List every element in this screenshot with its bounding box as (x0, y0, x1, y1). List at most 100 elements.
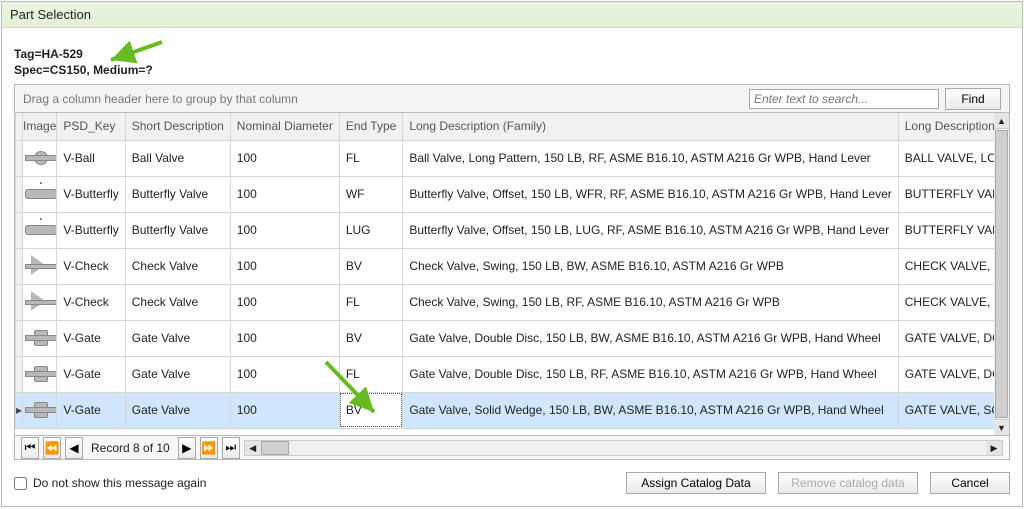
scroll-up-icon[interactable]: ▲ (994, 113, 1009, 129)
nav-first-button[interactable]: ⏮ (21, 437, 39, 459)
valve-icon-cell (23, 356, 57, 392)
row-indicator (16, 140, 23, 176)
valve-icon (25, 362, 55, 384)
row-indicator-header (16, 113, 23, 140)
cell-psd-key: V-Gate (57, 356, 125, 392)
table-row[interactable]: V-CheckCheck Valve100FLCheck Valve, Swin… (16, 284, 1011, 320)
table-row[interactable]: V-CheckCheck Valve100BVCheck Valve, Swin… (16, 248, 1011, 284)
row-indicator (16, 320, 23, 356)
valve-table: Image PSD_Key Short Description Nominal … (15, 113, 1010, 429)
col-nominal-diameter[interactable]: Nominal Diameter (230, 113, 339, 140)
cancel-button[interactable]: Cancel (930, 472, 1010, 494)
cell-short-description: Ball Valve (125, 140, 230, 176)
valve-icon (25, 146, 55, 168)
cell-end-type: BV (339, 392, 402, 428)
nav-nextpage-button[interactable]: ⏩ (200, 437, 218, 459)
valve-icon-cell (23, 212, 57, 248)
nav-next-button[interactable]: ▶ (178, 437, 196, 459)
cell-end-type: BV (339, 248, 402, 284)
header-row: Image PSD_Key Short Description Nominal … (16, 113, 1011, 140)
cell-short-description: Gate Valve (125, 320, 230, 356)
tag-spec-block: Tag=HA-529 Spec=CS150, Medium=? (2, 28, 1022, 88)
table-row[interactable]: V-ButterflyButterfly Valve100LUGButterfl… (16, 212, 1011, 248)
cell-long-family: Check Valve, Swing, 150 LB, RF, ASME B16… (403, 284, 898, 320)
cell-nominal-diameter: 100 (230, 140, 339, 176)
grid-footer: ⏮ ⏪ ◀ Record 8 of 10 ▶ ⏩ ⏭ ◀ ▶ (14, 436, 1010, 460)
hscroll-thumb[interactable] (261, 441, 289, 455)
find-button[interactable]: Find (945, 88, 1001, 110)
cell-nominal-diameter: 100 (230, 212, 339, 248)
col-long-description-family[interactable]: Long Description (Family) (403, 113, 898, 140)
col-image[interactable]: Image (23, 113, 57, 140)
table-row[interactable]: V-GateGate Valve100BVGate Valve, Double … (16, 320, 1011, 356)
valve-icon-cell (23, 320, 57, 356)
row-indicator: ▸ (16, 392, 23, 428)
col-short-description[interactable]: Short Description (125, 113, 230, 140)
cell-short-description: Butterfly Valve (125, 176, 230, 212)
valve-icon (25, 326, 55, 348)
table-row[interactable]: V-GateGate Valve100FLGate Valve, Double … (16, 356, 1011, 392)
record-counter: Record 8 of 10 (91, 441, 170, 455)
cell-long-family: Gate Valve, Double Disc, 150 LB, RF, ASM… (403, 356, 898, 392)
data-grid: Image PSD_Key Short Description Nominal … (14, 112, 1010, 436)
cell-nominal-diameter: 100 (230, 356, 339, 392)
cell-nominal-diameter: 100 (230, 284, 339, 320)
table-row[interactable]: V-ButterflyButterfly Valve100WFButterfly… (16, 176, 1011, 212)
spec-line: Spec=CS150, Medium=? (14, 62, 1014, 78)
scroll-left-icon[interactable]: ◀ (245, 441, 261, 455)
valve-icon (25, 254, 55, 276)
cell-short-description: Butterfly Valve (125, 212, 230, 248)
cell-psd-key: V-Check (57, 248, 125, 284)
cell-psd-key: V-Check (57, 284, 125, 320)
cell-long-family: Gate Valve, Double Disc, 150 LB, BW, ASM… (403, 320, 898, 356)
cell-end-type: FL (339, 356, 402, 392)
cell-short-description: Gate Valve (125, 392, 230, 428)
cell-short-description: Check Valve (125, 284, 230, 320)
row-indicator (16, 356, 23, 392)
table-row[interactable]: ▸V-GateGate Valve100BVGate Valve, Solid … (16, 392, 1011, 428)
cell-psd-key: V-Ball (57, 140, 125, 176)
horizontal-scrollbar[interactable]: ◀ ▶ (244, 440, 1003, 456)
vertical-scrollbar[interactable]: ▲ ▼ (994, 112, 1010, 436)
cell-nominal-diameter: 100 (230, 320, 339, 356)
nav-prev-button[interactable]: ◀ (65, 437, 83, 459)
cell-long-family: Check Valve, Swing, 150 LB, BW, ASME B16… (403, 248, 898, 284)
table-row[interactable]: V-BallBall Valve100FLBall Valve, Long Pa… (16, 140, 1011, 176)
cell-short-description: Gate Valve (125, 356, 230, 392)
spec-prefix: Spec=CS150, (14, 63, 93, 77)
valve-icon-cell (23, 284, 57, 320)
valve-icon-cell (23, 176, 57, 212)
scroll-down-icon[interactable]: ▼ (994, 419, 1009, 435)
scroll-thumb[interactable] (995, 130, 1008, 418)
cell-psd-key: V-Gate (57, 392, 125, 428)
do-not-show-again-label[interactable]: Do not show this message again (14, 476, 206, 490)
grid-toolbar: Drag a column header here to group by th… (14, 84, 1010, 112)
valve-icon-cell (23, 140, 57, 176)
row-indicator (16, 248, 23, 284)
valve-icon-cell (23, 392, 57, 428)
group-by-hint[interactable]: Drag a column header here to group by th… (23, 92, 743, 106)
nav-last-button[interactable]: ⏭ (222, 437, 240, 459)
cell-long-family: Butterfly Valve, Offset, 150 LB, WFR, RF… (403, 176, 898, 212)
assign-catalog-data-button[interactable]: Assign Catalog Data (626, 472, 766, 494)
row-indicator (16, 212, 23, 248)
part-selection-dialog: Part Selection Tag=HA-529 Spec=CS150, Me… (1, 1, 1023, 507)
valve-icon (25, 218, 55, 240)
valve-icon (25, 182, 55, 204)
nav-prevpage-button[interactable]: ⏪ (43, 437, 61, 459)
cell-end-type: LUG (339, 212, 402, 248)
cell-end-type: WF (339, 176, 402, 212)
scroll-right-icon[interactable]: ▶ (986, 441, 1002, 455)
valve-icon (25, 398, 55, 420)
tag-line: Tag=HA-529 (14, 46, 1014, 62)
search-input[interactable] (749, 89, 939, 109)
col-end-type[interactable]: End Type (339, 113, 402, 140)
cell-psd-key: V-Gate (57, 320, 125, 356)
col-psd-key[interactable]: PSD_Key (57, 113, 125, 140)
spec-medium: Medium=? (93, 63, 153, 77)
cell-end-type: FL (339, 140, 402, 176)
cell-psd-key: V-Butterfly (57, 212, 125, 248)
valve-icon (25, 290, 55, 312)
dialog-title: Part Selection (2, 2, 1022, 28)
do-not-show-again-checkbox[interactable] (14, 477, 27, 490)
